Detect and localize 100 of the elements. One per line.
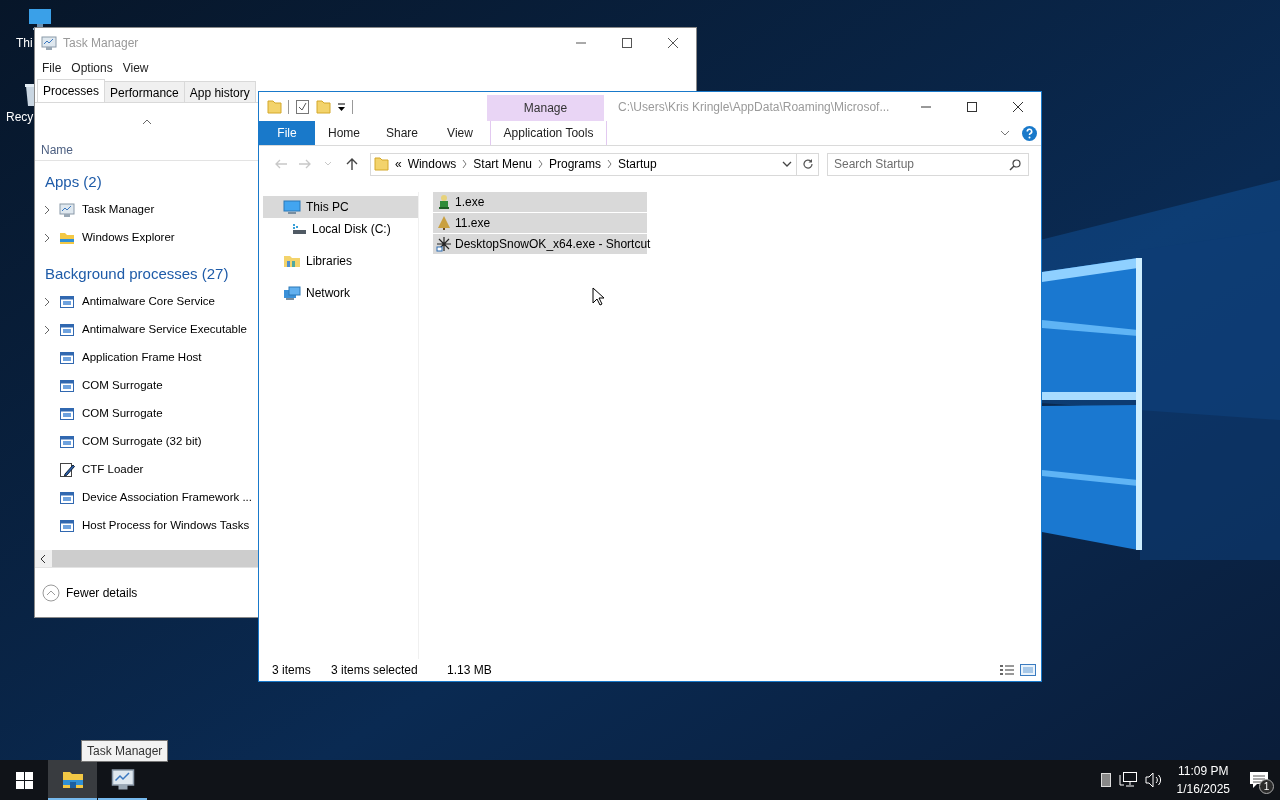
status-text: 1.13 MB [447,662,492,679]
nav-item[interactable]: Libraries [263,250,418,272]
status-text: 3 items [272,662,312,679]
windows-logo-icon [15,771,33,789]
address-bar[interactable]: « Windows Start Menu Programs Startup [369,152,798,176]
folder-icon [373,156,389,172]
process-name[interactable]: Application Frame Host [82,349,202,367]
pen-icon [59,462,75,478]
nav-item[interactable]: Network [263,282,418,304]
tooltip: Task Manager [81,740,169,762]
desktop-icon-label[interactable]: Thi [16,34,33,52]
search-icon[interactable] [1009,158,1021,171]
process-name[interactable]: Device Association Framework ... [82,489,252,507]
expand-chevron-icon[interactable] [44,325,50,335]
task-manager-icon [110,767,135,791]
clock[interactable]: 11:09 PM 1/16/2025 [1170,762,1236,798]
breadcrumb[interactable]: Startup [618,155,657,173]
tab[interactable]: App history [183,81,256,102]
process-name[interactable]: CTF Loader [82,461,144,479]
fewer-details-link[interactable]: Fewer details [66,583,138,602]
folder-icon [267,98,282,115]
properties-icon[interactable] [295,98,310,115]
breadcrumb[interactable]: Windows [407,155,457,173]
overflow-marker[interactable]: « [394,155,402,173]
customize-dropdown-icon[interactable] [337,101,346,112]
close-icon [1013,102,1023,112]
group-header: Apps (2) [44,171,103,192]
tab[interactable]: Processes [37,79,106,102]
window-icon [59,406,75,422]
window-icon [59,434,75,450]
expand-chevron-icon[interactable] [44,205,50,215]
sort-caret-icon [142,119,152,125]
process-name[interactable]: Windows Explorer [82,229,175,247]
expand-chevron-icon[interactable] [44,297,50,307]
figure-icon [436,194,452,210]
expand-ribbon-icon[interactable] [1000,130,1010,136]
folder-icon [59,230,75,246]
network-icon[interactable] [1118,772,1137,788]
file-item[interactable]: 11.exe [433,213,647,233]
breadcrumb[interactable]: Start Menu [473,155,532,173]
file-menu-button[interactable]: File [259,121,315,145]
menu-item[interactable]: View [117,59,154,77]
refresh-button[interactable] [797,152,819,176]
close-icon [668,38,678,48]
window-title: C:\Users\Kris Kringle\AppData\Roaming\Microsof... [617,98,891,116]
nav-item[interactable]: Local Disk (C:) [263,218,418,240]
file-item[interactable]: 1.exe [433,192,647,212]
snowflake-icon [436,236,452,252]
keypad-icon[interactable] [1100,773,1111,787]
nav-item[interactable]: This PC [263,196,418,218]
folder-icon [61,769,84,789]
group-header: Background processes (27) [44,263,230,284]
window-icon [59,322,75,338]
process-name[interactable]: Task Manager [82,201,155,219]
process-name[interactable]: Host Process for Windows Tasks [82,517,250,535]
chevron-right-icon [538,160,543,168]
status-text: 3 items selected [331,662,419,679]
computer-icon [283,200,301,214]
menu-item[interactable]: File [37,59,67,77]
search-field[interactable]: Search Startup [827,152,1029,176]
desktop-icon-label[interactable]: Recy [6,108,34,126]
breadcrumb[interactable]: Programs [549,155,602,173]
process-name[interactable]: COM Surrogate (32 bit) [82,433,202,451]
ribbon-tab[interactable]: Home [315,121,373,145]
chevron-right-icon [607,160,613,168]
network-icon [283,286,301,300]
expand-chevron-icon[interactable] [44,233,50,243]
drive-icon [291,223,307,235]
maximize-icon [967,102,977,112]
help-icon[interactable] [1022,125,1037,141]
dropdown-chevron-icon [782,161,793,167]
chevron-right-icon [462,160,468,168]
context-tab-header: Manage [487,95,604,121]
refresh-icon [801,158,814,170]
window-icon [59,490,75,506]
up-arrow-icon[interactable] [345,158,360,170]
window-icon [59,350,75,366]
process-name[interactable]: Antimalware Service Executable [82,321,247,339]
process-name[interactable]: COM Surrogate [82,377,163,395]
window-title: Task Manager [63,35,139,52]
window-icon [59,518,75,534]
window-icon [59,294,75,310]
volume-icon[interactable] [1144,772,1163,788]
tree-icon [436,215,452,231]
window-icon [59,378,75,394]
process-name[interactable]: COM Surrogate [82,405,163,423]
notification-count: 1 [1259,779,1274,794]
ribbon-tab[interactable]: Application Tools [490,121,607,145]
large-icons-view-icon[interactable] [1020,664,1036,676]
libraries-icon [283,254,301,268]
menu-item[interactable]: Options [66,59,118,77]
chevron-left-icon[interactable] [41,554,46,563]
process-name[interactable]: Antimalware Core Service [82,293,215,311]
tab[interactable]: Performance [104,81,185,102]
task-manager-icon [41,35,57,51]
taskbar-button[interactable] [48,760,97,800]
details-view-icon[interactable] [999,664,1015,676]
ribbon-tab[interactable]: Share [373,121,431,145]
maximize-icon [622,38,632,48]
ribbon-tab[interactable]: View [431,121,489,145]
